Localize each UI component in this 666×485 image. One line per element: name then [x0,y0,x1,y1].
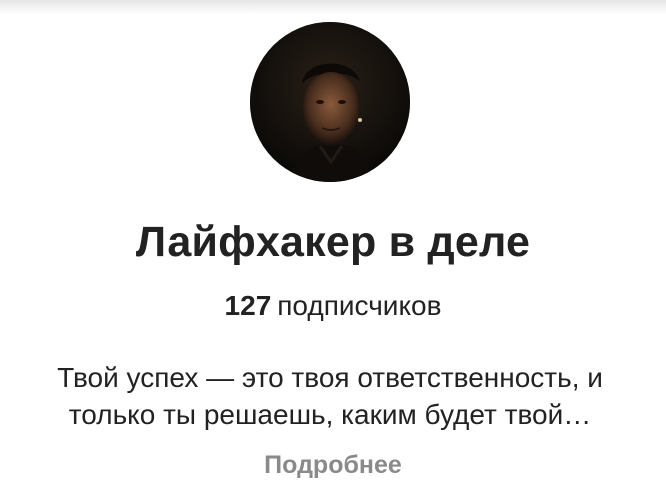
description-line: только ты решаешь, каким будет твой… [68,399,592,430]
channel-description: Твой успех — это твоя ответственность, и… [14,359,646,433]
avatar-photo [250,22,410,182]
channel-card: Лайфхакер в деле 127 подписчиков Твой усп… [0,0,666,485]
more-button[interactable]: Подробнее [0,446,666,484]
channel-title: Лайфхакер в деле [135,218,531,266]
subscriber-label: подписчиков [277,290,442,321]
subscriber-number: 127 [224,290,272,321]
subscriber-count: 127 подписчиков [0,286,666,326]
description-line: Твой успех — это твоя ответственность, и [57,362,603,393]
avatar[interactable] [250,22,410,182]
